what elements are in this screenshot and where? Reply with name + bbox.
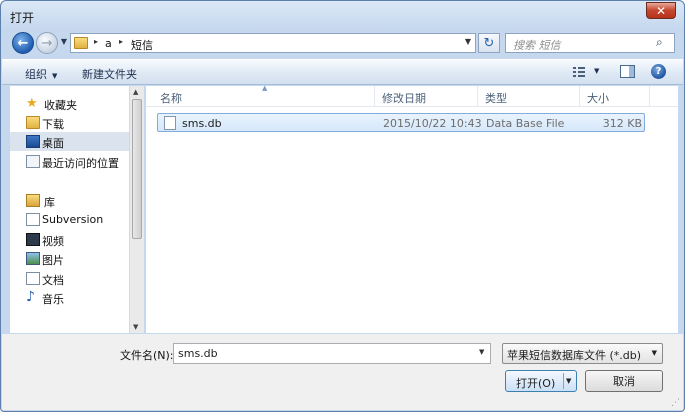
nav-item-libraries[interactable]: 库 (10, 191, 129, 210)
scroll-down-icon[interactable]: ▼ (133, 323, 138, 331)
sort-ascending-icon: ▲ (262, 84, 268, 92)
address-row: ← → ▼ ▸ a ▸ 短信 ▼ ↻ 搜索 短信 ⌕ (1, 29, 684, 57)
nav-item-label: 图片 (42, 254, 64, 267)
help-icon[interactable]: ? (651, 64, 666, 79)
nav-item-pictures[interactable]: 图片 (10, 249, 129, 268)
column-divider[interactable] (477, 86, 478, 107)
cancel-button[interactable]: 取消 (585, 370, 663, 392)
open-file-dialog: 打开 ✕ ← → ▼ ▸ a ▸ 短信 ▼ ↻ 搜索 短信 ⌕ 组织 ▼ 新建文件… (0, 0, 685, 412)
forward-button[interactable]: → (36, 32, 58, 54)
cancel-button-label: 取消 (613, 375, 635, 388)
close-icon: ✕ (655, 3, 667, 18)
column-header-name[interactable]: 名称 (160, 90, 182, 106)
file-type: Data Base File (486, 117, 565, 130)
folder-icon (74, 37, 88, 49)
file-modified: 2015/10/22 10:43 (383, 117, 482, 130)
document-icon (26, 272, 40, 285)
column-divider[interactable] (374, 86, 375, 107)
address-bar[interactable]: ▸ a ▸ 短信 ▼ (70, 33, 476, 53)
nav-item-label: 收藏夹 (44, 99, 77, 112)
column-header-modified[interactable]: 修改日期 (382, 90, 426, 106)
history-dropdown-icon[interactable]: ▼ (59, 37, 69, 49)
window-title: 打开 (10, 11, 35, 25)
nav-item-label: 最近访问的位置 (42, 157, 119, 170)
nav-item-label: Subversion (42, 213, 104, 226)
breadcrumb-separator-icon[interactable]: ▸ (94, 37, 98, 46)
download-folder-icon (26, 116, 40, 129)
close-button[interactable]: ✕ (646, 2, 676, 19)
desktop-icon (26, 135, 40, 148)
file-name: sms.db (182, 117, 222, 130)
breadcrumb-item[interactable]: a (105, 37, 112, 50)
file-list-pane: ▲ 名称 修改日期 类型 大小 sms.db 2015/10/22 10:43 … (146, 84, 678, 333)
help-glyph: ? (655, 66, 662, 77)
column-header-type[interactable]: 类型 (485, 90, 507, 106)
forward-arrow-icon: → (41, 35, 53, 51)
open-button[interactable]: 打开(O) ▼ (505, 370, 577, 392)
view-options-icon[interactable] (573, 66, 585, 78)
view-dropdown-icon[interactable]: ▼ (594, 67, 599, 75)
nav-item-label: 库 (44, 196, 55, 209)
column-divider[interactable] (649, 86, 650, 107)
filename-label: 文件名(N): (120, 349, 174, 362)
database-file-icon (164, 116, 176, 130)
chevron-down-icon: ▼ (651, 349, 657, 357)
breadcrumb-item[interactable]: 短信 (131, 37, 153, 53)
filename-input[interactable]: sms.db (173, 343, 491, 364)
back-button[interactable]: ← (12, 32, 34, 54)
organize-button[interactable]: 组织 ▼ (25, 66, 57, 82)
scrollbar-thumb[interactable] (132, 99, 142, 239)
search-input[interactable]: 搜索 短信 ⌕ (505, 33, 675, 53)
search-icon[interactable]: ⌕ (656, 35, 670, 51)
refresh-button[interactable]: ↻ (478, 33, 500, 53)
file-row[interactable]: sms.db 2015/10/22 10:43 Data Base File 3… (157, 113, 645, 132)
column-divider[interactable] (579, 86, 580, 107)
nav-item-label: 桌面 (42, 137, 64, 150)
new-folder-button[interactable]: 新建文件夹 (82, 66, 137, 82)
column-header-size[interactable]: 大小 (587, 90, 609, 106)
subversion-icon (26, 213, 40, 226)
nav-item-favorites[interactable]: ★ 收藏夹 (10, 94, 129, 113)
nav-item-desktop[interactable]: 桌面 (10, 132, 129, 151)
file-type-select[interactable]: 苹果短信数据库文件 (*.db) ▼ (502, 343, 663, 364)
chevron-down-icon: ▼ (52, 72, 58, 80)
dialog-footer: 文件名(N): sms.db ▼ 苹果短信数据库文件 (*.db) ▼ 打开(O… (2, 334, 683, 410)
open-options-dropdown-icon[interactable]: ▼ (566, 377, 571, 385)
column-header-row: ▲ 名称 修改日期 类型 大小 (146, 84, 678, 107)
nav-item-documents[interactable]: 文档 (10, 269, 129, 288)
split-divider (563, 373, 564, 389)
nav-item-label: 音乐 (42, 293, 64, 306)
refresh-icon: ↻ (483, 35, 495, 51)
title-bar: 打开 ✕ (1, 1, 684, 31)
picture-icon (26, 252, 40, 265)
recent-places-icon (26, 155, 40, 168)
nav-item-label: 文档 (42, 274, 64, 287)
file-size: 312 KB (602, 117, 642, 130)
nav-item-recent-places[interactable]: 最近访问的位置 (10, 152, 129, 171)
nav-item-music[interactable]: ♪ 音乐 (10, 288, 129, 307)
navigation-scrollbar[interactable]: ▲ ▼ (129, 86, 144, 333)
organize-label: 组织 (25, 68, 47, 81)
resize-grip-icon[interactable]: ⋰ (671, 398, 681, 408)
file-type-value: 苹果短信数据库文件 (*.db) (507, 349, 642, 362)
music-icon: ♪ (26, 289, 35, 305)
library-icon (26, 194, 40, 207)
nav-item-videos[interactable]: 视频 (10, 230, 129, 249)
search-placeholder: 搜索 短信 (513, 39, 561, 52)
open-button-label: 打开(O) (516, 377, 556, 390)
nav-item-subversion[interactable]: Subversion (10, 210, 129, 229)
preview-pane-icon[interactable] (620, 65, 635, 78)
nav-item-downloads[interactable]: 下载 (10, 113, 129, 132)
breadcrumb-separator-icon[interactable]: ▸ (119, 37, 123, 46)
scroll-up-icon[interactable]: ▲ (133, 88, 138, 96)
video-icon (26, 233, 40, 246)
nav-item-label: 视频 (42, 235, 64, 248)
navigation-pane: ★ 收藏夹 下载 桌面 最近访问的位置 库 Subversion 视频 图片 文… (10, 86, 129, 333)
star-icon: ★ (26, 96, 38, 111)
toolbar: 组织 ▼ 新建文件夹 ▼ ? (2, 59, 683, 85)
nav-item-label: 下载 (42, 118, 64, 131)
address-dropdown-icon[interactable]: ▼ (463, 37, 473, 49)
back-arrow-icon: ← (17, 35, 29, 51)
filename-dropdown-icon[interactable]: ▼ (479, 348, 484, 356)
